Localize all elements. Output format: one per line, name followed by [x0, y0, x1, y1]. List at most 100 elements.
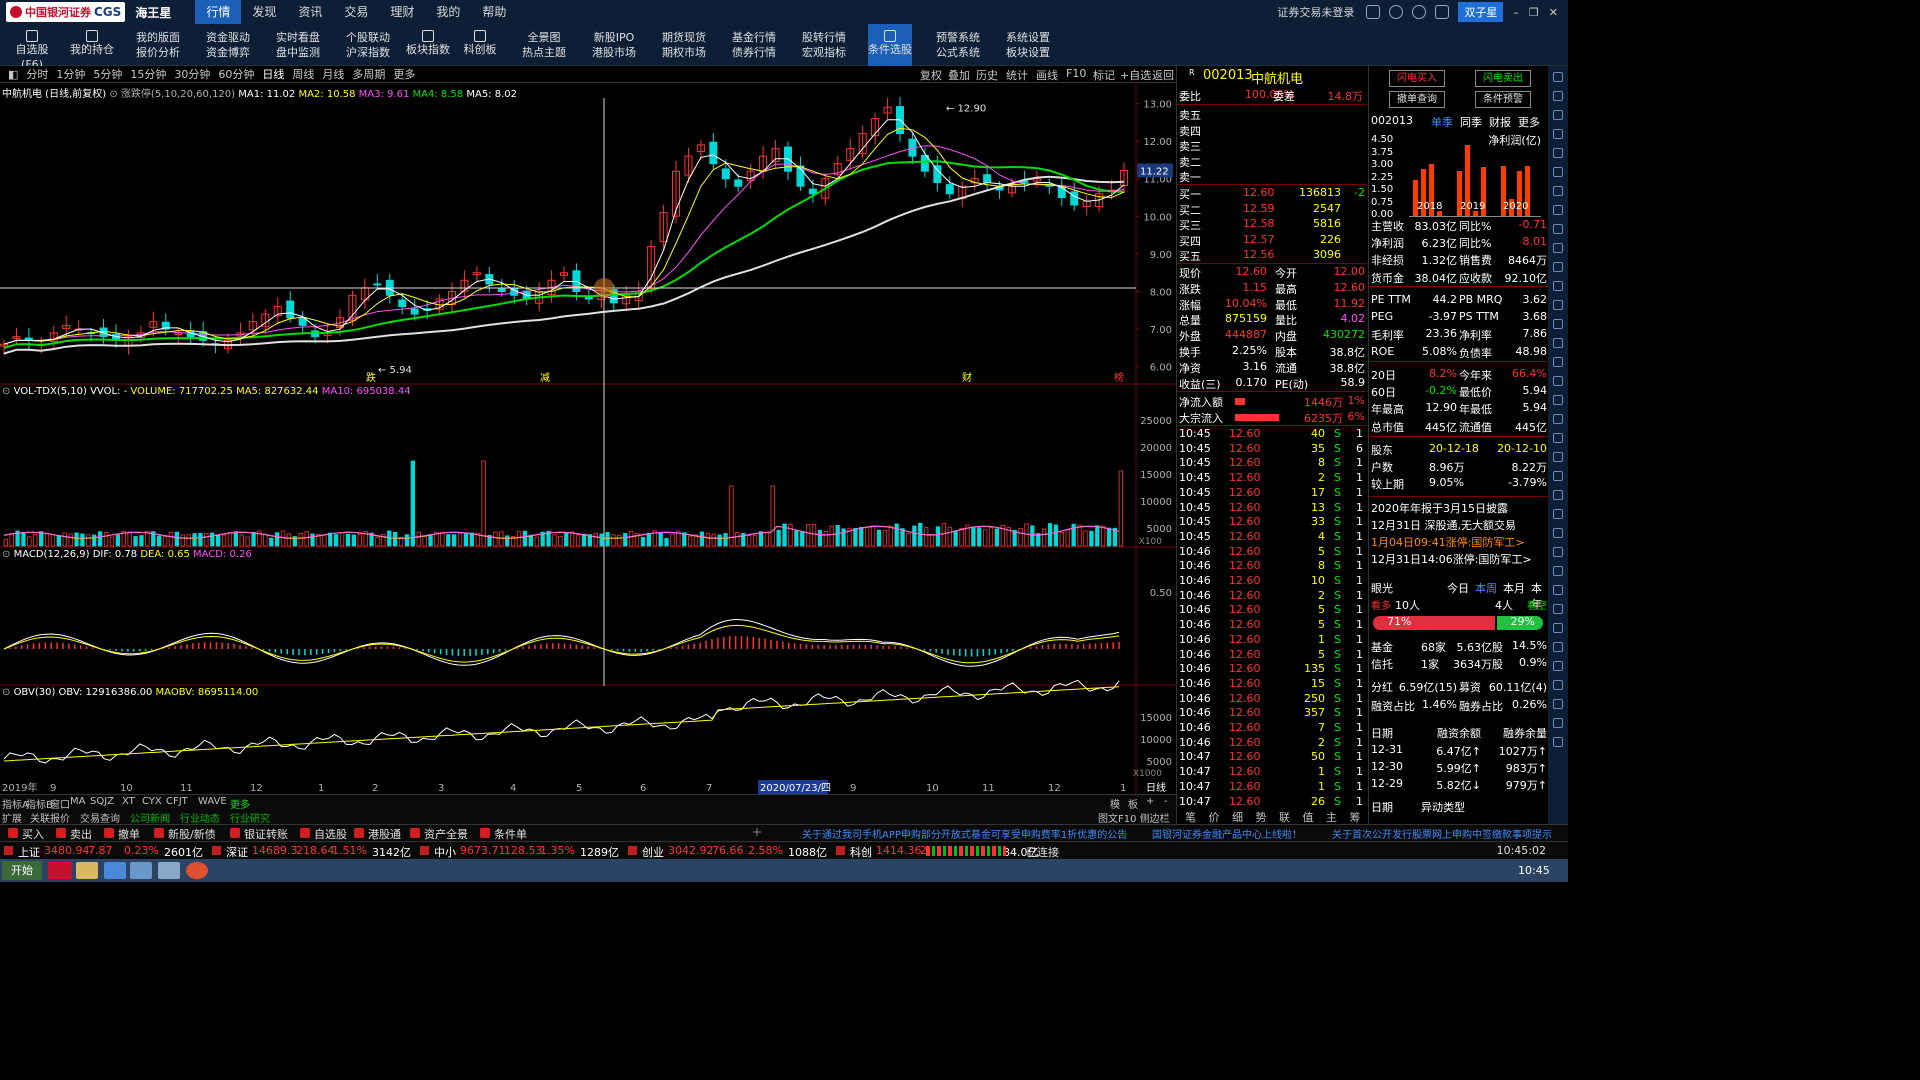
news-ticker-2[interactable]: 关于首次公开发行股票网上申购中签缴款事项提示 [1332, 826, 1552, 841]
toolbar-item-9[interactable]: 新股IPO 港股市场 [586, 24, 642, 66]
menu-trade[interactable]: 交易 [333, 0, 379, 24]
eye-tab-0[interactable]: 今日 [1447, 580, 1469, 596]
order-btn-3[interactable]: 新股/新债 [168, 826, 216, 842]
quote-tab-5[interactable]: 值 [1303, 809, 1314, 825]
browser-task-icon[interactable] [104, 862, 126, 879]
ext-tab-0[interactable]: 扩展 [2, 810, 22, 825]
quote-tab-2[interactable]: 细 [1232, 809, 1243, 825]
side-tool-icon[interactable] [1553, 547, 1563, 557]
side-tool-icon[interactable] [1553, 737, 1563, 747]
side-tool-icon[interactable] [1553, 167, 1563, 177]
toolbar-item-15[interactable]: 系统设置 板块设置 [1000, 24, 1056, 66]
menu-market[interactable]: 行情 [195, 0, 242, 24]
toolbar-item-4[interactable]: 实时看盘 盘中监测 [270, 24, 326, 66]
side-tool-icon[interactable] [1553, 699, 1563, 709]
quote-tab-4[interactable]: 联 [1279, 809, 1290, 825]
side-tool-icon[interactable] [1553, 642, 1563, 652]
side-tool-icon[interactable] [1553, 718, 1563, 728]
toolbar-item-7[interactable]: 科创板 [458, 24, 502, 66]
note-text[interactable]: 12月31日14:06涨停:国防军工> [1371, 551, 1532, 567]
info-tab-0[interactable]: 单季 [1431, 114, 1453, 130]
f10-sidebar-toggle[interactable]: 图文F10 侧边栏 [1098, 810, 1170, 825]
order-btn-2[interactable]: 撤单 [118, 826, 140, 842]
side-tool-icon[interactable] [1553, 243, 1563, 253]
chart-tool-3[interactable]: 统计 [1006, 67, 1028, 83]
indicator-tab-2[interactable]: 窗口 [50, 796, 70, 811]
indicator-tab-5[interactable]: XT [122, 796, 135, 807]
quick-btn-3[interactable]: 条件预警 [1475, 91, 1531, 108]
indicator-tab-9[interactable]: 更多 [230, 796, 250, 811]
panel-ctrl-3[interactable]: - [1164, 796, 1168, 807]
chart-tool-1[interactable]: 叠加 [948, 67, 970, 83]
panel-ctrl-0[interactable]: 模 [1110, 796, 1120, 811]
kline-chart-area[interactable]: 13.00 12.00 11.00 10.00 9.00 8.00 7.00 6.00 2500… [0, 84, 1176, 794]
news-ticker-1[interactable]: 国银河证券金融产品中心上线啦！ [1152, 826, 1302, 841]
panel-ctrl-1[interactable]: 板 [1128, 796, 1138, 811]
side-tool-icon[interactable] [1553, 528, 1563, 538]
ext-tab-1[interactable]: 关联报价 [30, 810, 70, 825]
order-btn-8[interactable]: 条件单 [494, 826, 527, 842]
chart-toggle-icon[interactable]: ◧ [8, 68, 18, 81]
period-tab-2[interactable]: 5分钟 [93, 66, 122, 82]
side-tool-icon[interactable] [1553, 148, 1563, 158]
indicator-tab-4[interactable]: SQJZ [90, 796, 114, 807]
menu-wealth[interactable]: 理财 [379, 0, 425, 24]
period-tab-1[interactable]: 1分钟 [56, 66, 85, 82]
order-btn-7[interactable]: 资产全景 [424, 826, 468, 842]
start-button[interactable]: 开始 [2, 861, 42, 880]
side-tool-icon[interactable] [1553, 661, 1563, 671]
period-tab-7[interactable]: 周线 [292, 66, 314, 82]
quick-btn-2[interactable]: 撤单查询 [1389, 91, 1445, 108]
toolbar-item-8[interactable]: 全景图 热点主题 [516, 24, 572, 66]
order-btn-0[interactable]: 买入 [22, 826, 44, 842]
note-text[interactable]: 1月04日09:41涨停:国防军工> [1371, 534, 1525, 550]
info-tab-3[interactable]: 更多 [1518, 114, 1540, 130]
side-tool-icon[interactable] [1553, 471, 1563, 481]
quote-tab-6[interactable]: 主 [1326, 809, 1337, 825]
info-tab-2[interactable]: 财报 [1489, 114, 1511, 130]
side-tool-icon[interactable] [1553, 509, 1563, 519]
toolbar-item-6[interactable]: 板块指数 [404, 24, 452, 66]
message-icon[interactable] [1435, 5, 1450, 19]
side-tool-icon[interactable] [1553, 224, 1563, 234]
side-tool-icon[interactable] [1553, 585, 1563, 595]
side-tool-icon[interactable] [1553, 300, 1563, 310]
user-button[interactable]: 双子星 [1458, 2, 1504, 22]
info-tab-1[interactable]: 同季 [1460, 114, 1482, 130]
toolbar-item-1[interactable]: 我的持仓 [66, 24, 118, 66]
toolbar-item-0[interactable]: 自选股(F6) [6, 24, 58, 71]
quote-tab-7[interactable]: 筹 [1350, 809, 1361, 825]
chart-tool-7[interactable]: +自选 [1120, 67, 1151, 83]
order-btn-4[interactable]: 银证转账 [244, 826, 288, 842]
side-tool-icon[interactable] [1553, 566, 1563, 576]
menu-news[interactable]: 资讯 [287, 0, 333, 24]
side-tool-icon[interactable] [1553, 338, 1563, 348]
refresh-icon[interactable] [1412, 5, 1427, 19]
folder-task-icon[interactable] [76, 862, 98, 879]
order-btn-6[interactable]: 港股通 [368, 826, 401, 842]
menu-help[interactable]: 帮助 [471, 0, 517, 24]
side-tool-icon[interactable] [1553, 186, 1563, 196]
side-tool-icon[interactable] [1553, 680, 1563, 690]
ext-tab-2[interactable]: 交易查询 [80, 810, 120, 825]
side-tool-icon[interactable] [1553, 281, 1563, 291]
eye-tab-1[interactable]: 本周 [1475, 580, 1497, 596]
grid-icon[interactable] [1366, 5, 1381, 19]
gear-icon[interactable] [1389, 5, 1404, 19]
order-btn-1[interactable]: 卖出 [70, 826, 92, 842]
chart-tool-5[interactable]: F10 [1066, 67, 1086, 80]
ext-tab-5[interactable]: 行业研究 [230, 810, 270, 825]
indicator-tab-3[interactable]: MA [70, 796, 85, 807]
toolbar-item-10[interactable]: 期货现货 期权市场 [656, 24, 712, 66]
chart-tool-4[interactable]: 画线 [1036, 67, 1058, 83]
explorer-task-icon[interactable] [158, 862, 180, 879]
side-tool-icon[interactable] [1553, 262, 1563, 272]
indicator-tab-8[interactable]: WAVE [198, 796, 227, 807]
menu-mine[interactable]: 我的 [425, 0, 471, 24]
period-tab-3[interactable]: 15分钟 [130, 66, 166, 82]
side-tool-icon[interactable] [1553, 72, 1563, 82]
toolbar-item-12[interactable]: 股转行情 宏观指标 [796, 24, 852, 66]
side-tool-icon[interactable] [1553, 414, 1563, 424]
side-tool-icon[interactable] [1553, 623, 1563, 633]
chart-tool-8[interactable]: 返回 [1152, 67, 1174, 83]
